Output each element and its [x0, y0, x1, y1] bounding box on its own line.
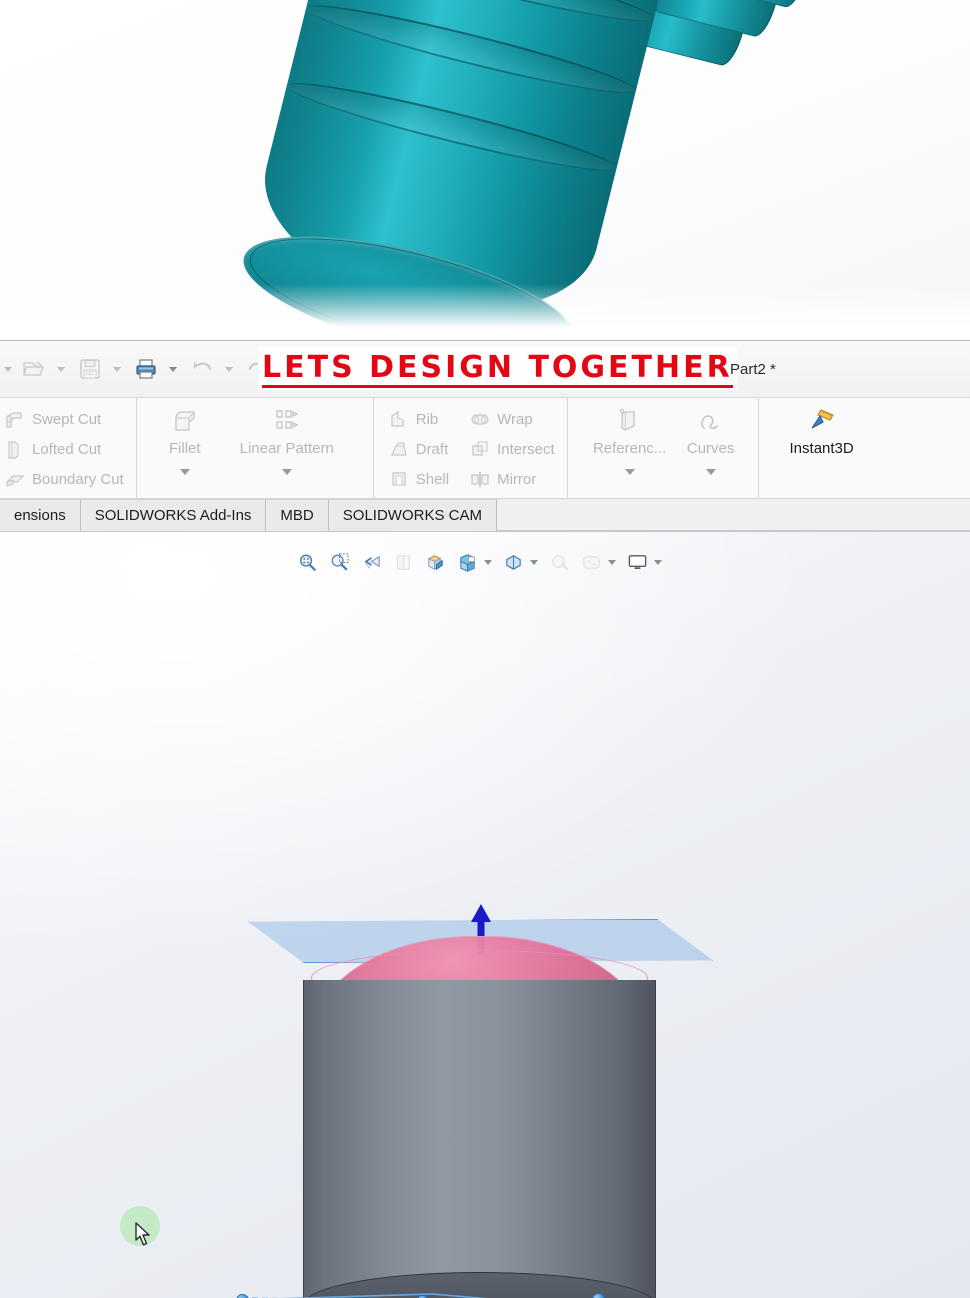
undo-caret-icon[interactable] [225, 366, 233, 372]
tab-mbd-label: MBD [280, 507, 314, 524]
ribbon-group-instant3d: Instant3D [759, 398, 875, 498]
ribbon-item-reference-geometry-label: Referenc... [592, 440, 667, 457]
ribbon-item-draft-label: Draft [415, 440, 449, 458]
linear-pattern-icon [272, 406, 302, 436]
ribbon-item-swept-cut[interactable]: Swept Cut [0, 404, 128, 434]
ribbon-item-intersect-label: Intersect [497, 440, 555, 458]
ribbon-item-curves-label: Curves [686, 440, 735, 457]
fillet-dropdown-caret-icon[interactable] [179, 469, 190, 475]
tab-dimensions[interactable]: ensions [0, 499, 81, 531]
ribbon-item-shell-label: Shell [415, 470, 450, 488]
ribbon-item-reference-geometry[interactable]: Referenc... [582, 404, 678, 475]
document-title: Part2 * [730, 361, 776, 378]
lofted-cut-icon [4, 438, 26, 460]
ribbon-item-draft[interactable]: Draft [384, 434, 453, 464]
solidworks-window: LETS DESIGN TOGETHER Part2 * Swept Cut L… [0, 340, 970, 1298]
shell-icon [388, 468, 410, 490]
ribbon-item-lofted-cut[interactable]: Lofted Cut [0, 434, 128, 464]
wrap-icon [469, 408, 491, 430]
hero-render-area [0, 0, 970, 340]
draft-icon [388, 438, 410, 460]
tab-solidworks-cam[interactable]: SOLIDWORKS CAM [328, 499, 497, 531]
tab-solidworks-cam-label: SOLIDWORKS CAM [342, 507, 482, 524]
plane-handles[interactable] [232, 1292, 722, 1298]
hero-fade-overlay [0, 284, 970, 340]
ribbon-item-wrap-label: Wrap [497, 410, 533, 428]
ribbon-item-linear-pattern-label: Linear Pattern [239, 440, 334, 457]
ribbon-item-mirror[interactable]: Mirror [465, 464, 559, 494]
quick-access-print[interactable] [128, 341, 184, 397]
rib-icon [388, 408, 410, 430]
ribbon-toolbar: Swept Cut Lofted Cut Boundary Cut Fillet… [0, 398, 970, 499]
quick-access-toolbar: LETS DESIGN TOGETHER Part2 * [0, 340, 970, 398]
mirror-icon [469, 468, 491, 490]
undo-arrow-icon [187, 354, 217, 384]
reference-geometry-icon [615, 406, 645, 436]
ribbon-item-boundary-cut-label: Boundary Cut [32, 470, 124, 488]
quick-access-save[interactable] [72, 341, 128, 397]
curves-icon [696, 406, 726, 436]
save-floppy-icon [75, 354, 105, 384]
folder-open-icon [19, 354, 49, 384]
ribbon-group-cut: Swept Cut Lofted Cut Boundary Cut [0, 398, 137, 498]
swept-cut-icon [4, 408, 26, 430]
ribbon-group-features: Rib Draft Shell Wrap Intersect Mirror [374, 398, 568, 498]
ribbon-group-reference-curves: Referenc... Curves [568, 398, 759, 498]
mouse-cursor [135, 1222, 153, 1248]
ribbon-item-shell[interactable]: Shell [384, 464, 453, 494]
quick-access-undo[interactable] [184, 341, 240, 397]
print-caret-icon[interactable] [169, 366, 177, 372]
cylinder-body[interactable] [303, 980, 656, 1298]
boundary-cut-icon [4, 468, 26, 490]
ribbon-item-instant3d[interactable]: Instant3D [777, 404, 867, 457]
quick-access-open[interactable] [16, 341, 72, 397]
ribbon-item-intersect[interactable]: Intersect [465, 434, 559, 464]
tab-dimensions-label: ensions [14, 507, 66, 524]
ribbon-item-mirror-label: Mirror [497, 470, 537, 488]
tab-solidworks-addins[interactable]: SOLIDWORKS Add-Ins [80, 499, 267, 531]
ribbon-item-rib[interactable]: Rib [384, 404, 453, 434]
intersect-icon [469, 438, 491, 460]
fillet-icon [170, 406, 200, 436]
ribbon-item-fillet[interactable]: Fillet [153, 404, 217, 475]
ribbon-item-wrap[interactable]: Wrap [465, 404, 559, 434]
model-3d[interactable] [0, 532, 970, 1298]
command-manager-tabs: ensions SOLIDWORKS Add-Ins MBD SOLIDWORK… [0, 499, 970, 532]
ribbon-item-swept-cut-label: Swept Cut [32, 410, 102, 428]
graphics-area[interactable] [0, 532, 970, 1298]
printer-icon [131, 354, 161, 384]
brand-watermark: LETS DESIGN TOGETHER [258, 347, 737, 390]
tab-solidworks-addins-label: SOLIDWORKS Add-Ins [94, 507, 252, 524]
ribbon-item-instant3d-label: Instant3D [789, 440, 854, 457]
ribbon-item-curves[interactable]: Curves [678, 404, 744, 475]
open-caret-icon[interactable] [57, 366, 65, 372]
save-caret-icon[interactable] [113, 366, 121, 372]
ribbon-item-boundary-cut[interactable]: Boundary Cut [0, 464, 128, 494]
instant3d-icon [807, 406, 837, 436]
ribbon-group-fillet-pattern: Fillet Linear Pattern [137, 398, 374, 498]
tab-mbd[interactable]: MBD [266, 499, 329, 531]
ribbon-item-fillet-label: Fillet [168, 440, 201, 457]
ribbon-item-rib-label: Rib [415, 410, 439, 428]
reference-dropdown-caret-icon[interactable] [624, 469, 635, 475]
linear-pattern-dropdown-caret-icon[interactable] [281, 469, 292, 475]
brand-watermark-text: LETS DESIGN TOGETHER [262, 350, 733, 385]
curves-dropdown-caret-icon[interactable] [705, 469, 716, 475]
ribbon-item-lofted-cut-label: Lofted Cut [32, 440, 102, 458]
leading-caret-icon[interactable] [4, 366, 12, 372]
ribbon-item-linear-pattern[interactable]: Linear Pattern [217, 404, 357, 475]
tabs-spacer [496, 499, 970, 531]
